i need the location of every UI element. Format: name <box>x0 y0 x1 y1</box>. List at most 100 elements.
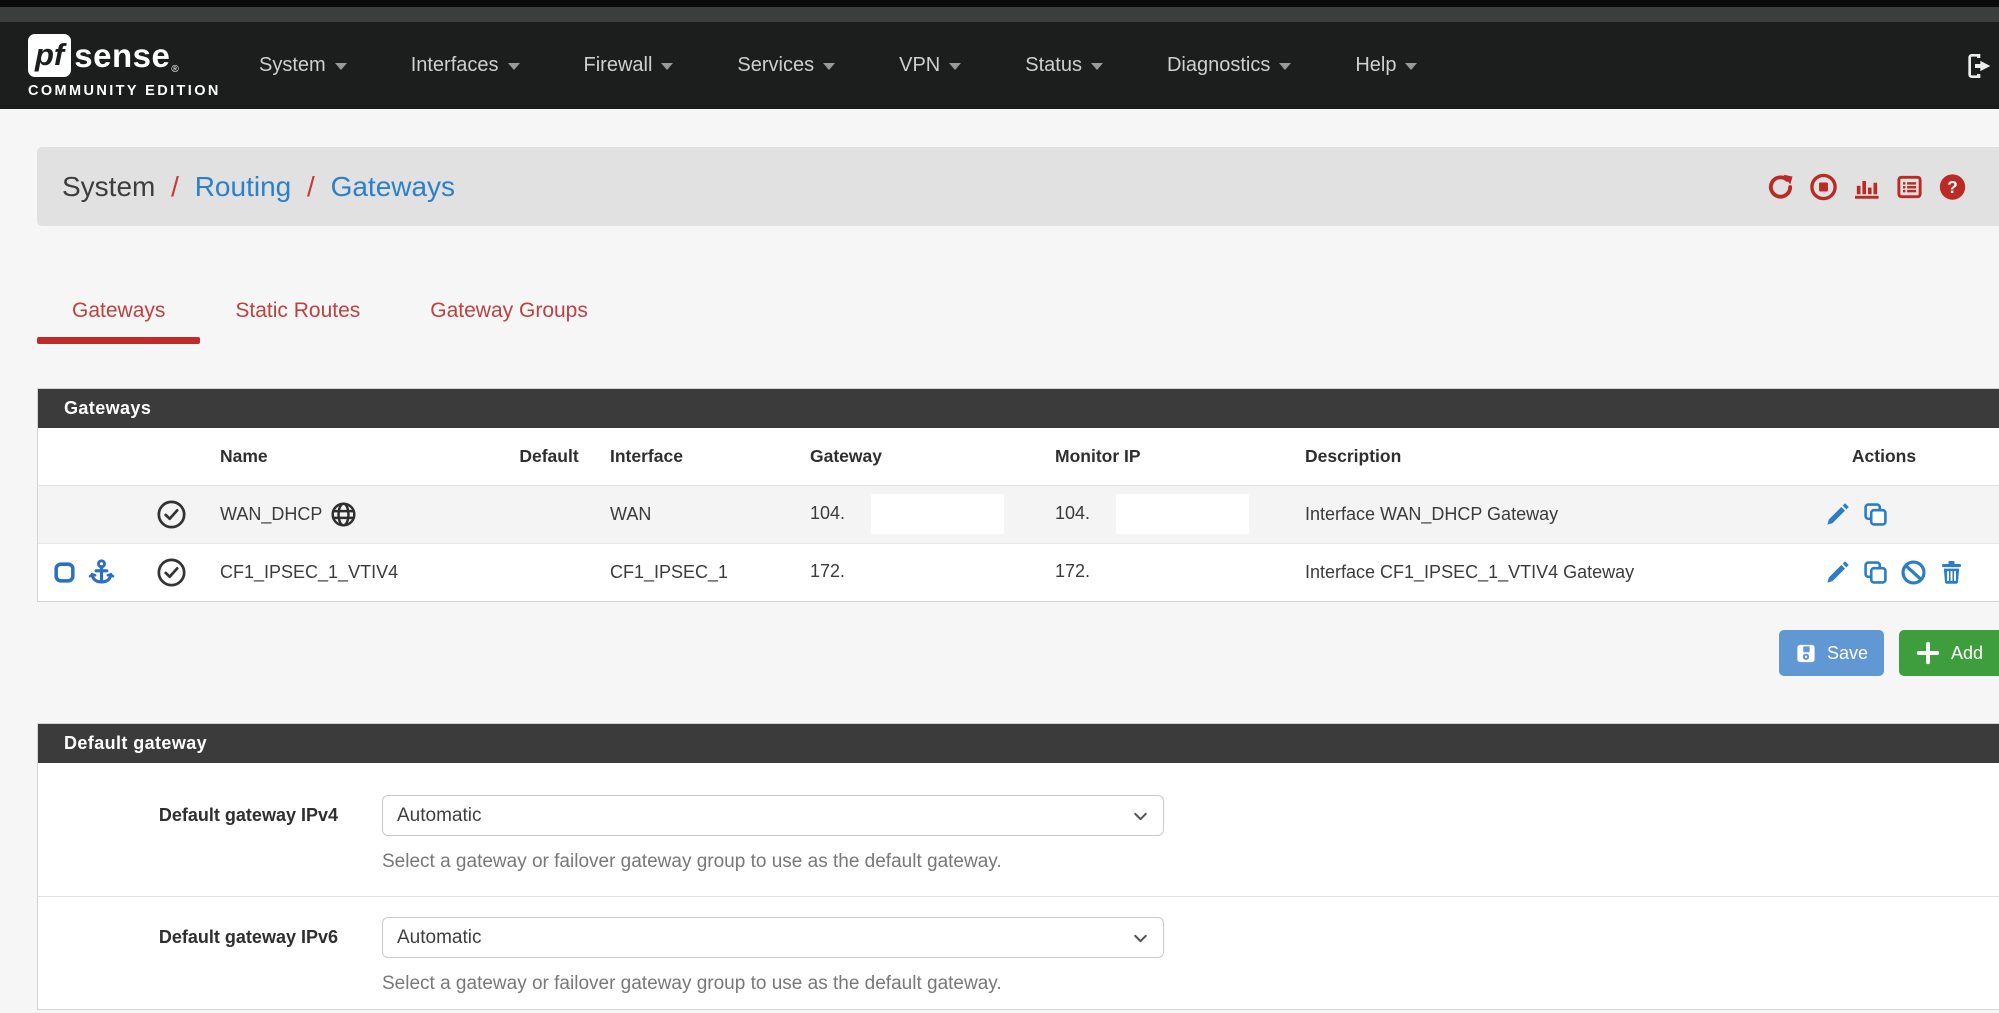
redaction-box <box>1116 552 1249 592</box>
col-monitor-ip: Monitor IP <box>1039 428 1289 485</box>
delete-icon[interactable] <box>1938 559 1965 586</box>
menu-services[interactable]: Services <box>737 54 835 77</box>
menu-status[interactable]: Status <box>1025 54 1103 77</box>
save-icon <box>1795 641 1817 666</box>
col-interface: Interface <box>594 428 794 485</box>
caret-down-icon <box>949 63 961 70</box>
breadcrumb-separator: / <box>163 171 187 202</box>
ipv4-help-text: Select a gateway or failover gateway gro… <box>382 851 1164 873</box>
check-circle-icon <box>156 499 187 530</box>
gateway-default <box>504 543 594 601</box>
breadcrumb: System / Routing / Gateways <box>62 171 455 203</box>
disable-icon[interactable] <box>1900 559 1927 586</box>
caret-down-icon <box>1091 63 1103 70</box>
save-button[interactable]: Save <box>1779 630 1884 676</box>
main-menu: System Interfaces Firewall Services VPN … <box>259 22 1417 109</box>
breadcrumb-separator: / <box>299 171 323 202</box>
square-icon <box>52 560 77 585</box>
breadcrumb-link-routing[interactable]: Routing <box>195 171 292 202</box>
col-name: Name <box>204 428 504 485</box>
logo-pf-badge: pf <box>28 34 71 77</box>
tab-gateway-groups[interactable]: Gateway Groups <box>395 287 623 344</box>
add-button[interactable]: Add <box>1899 630 1999 676</box>
col-gateway: Gateway <box>794 428 1039 485</box>
log-icon[interactable] <box>1895 172 1924 201</box>
window-title-strip <box>0 7 1999 22</box>
breadcrumb-section: System <box>62 171 155 202</box>
caret-down-icon <box>1279 63 1291 70</box>
menu-system[interactable]: System <box>259 54 347 77</box>
copy-icon[interactable] <box>1862 501 1889 528</box>
caret-down-icon <box>335 63 347 70</box>
caret-down-icon <box>508 63 520 70</box>
gateways-panel-title: Gateways <box>38 389 1999 428</box>
refresh-icon[interactable] <box>1766 172 1795 201</box>
caret-down-icon <box>1405 63 1417 70</box>
top-navbar: pf sense ® COMMUNITY EDITION System Inte… <box>0 22 1999 109</box>
anchor-icon <box>87 558 116 587</box>
default-gateway-ipv6-select[interactable]: Automatic <box>382 917 1164 958</box>
gateways-table: Name Default Interface Gateway Monitor I… <box>38 428 1999 601</box>
col-description: Description <box>1289 428 1729 485</box>
chevron-down-icon <box>1130 806 1151 827</box>
breadcrumb-bar: System / Routing / Gateways <box>37 147 1999 226</box>
menu-firewall[interactable]: Firewall <box>584 54 674 77</box>
edit-icon[interactable] <box>1824 501 1851 528</box>
row-actions <box>1745 559 1999 586</box>
redaction-box <box>871 552 1004 592</box>
gateway-interface: WAN <box>594 485 794 543</box>
gateway-name: CF1_IPSEC_1_VTIV4 <box>220 562 398 582</box>
gateway-address: 104. <box>810 503 845 523</box>
col-status <box>138 428 204 485</box>
selected-value: Automatic <box>397 927 481 949</box>
logo-registered-mark: ® <box>171 64 178 75</box>
default-gateway-ipv4-select[interactable]: Automatic <box>382 795 1164 836</box>
globe-icon <box>330 501 357 528</box>
redaction-box <box>1116 494 1249 534</box>
copy-icon[interactable] <box>1862 559 1889 586</box>
caret-down-icon <box>823 63 835 70</box>
breadcrumb-link-gateways[interactable]: Gateways <box>331 171 456 202</box>
table-row: CF1_IPSEC_1_VTIV4 CF1_IPSEC_1 172. 172. … <box>38 543 1999 601</box>
form-row-ipv4: Default gateway IPv4 Automatic Select a … <box>38 763 1999 896</box>
window-edge-strip <box>0 0 1999 7</box>
ipv6-help-text: Select a gateway or failover gateway gro… <box>382 973 1164 995</box>
tab-gateways[interactable]: Gateways <box>37 287 200 344</box>
plus-icon <box>1915 640 1941 666</box>
row-actions <box>1745 501 1999 528</box>
svg-text:?: ? <box>1947 177 1958 197</box>
menu-help[interactable]: Help <box>1355 54 1417 77</box>
chart-bar-icon[interactable] <box>1852 172 1881 201</box>
stop-circle-icon[interactable] <box>1809 172 1838 201</box>
gateway-default <box>504 485 594 543</box>
table-row: WAN_DHCP WAN 104. 104. Interface WAN_DHC… <box>38 485 1999 543</box>
routing-tabs: Gateways Static Routes Gateway Groups <box>37 287 623 344</box>
default-gateway-ipv6-label: Default gateway IPv6 <box>38 917 338 995</box>
tab-static-routes[interactable]: Static Routes <box>200 287 395 344</box>
default-gateway-ipv4-label: Default gateway IPv4 <box>38 795 338 873</box>
caret-down-icon <box>661 63 673 70</box>
pfsense-gateways-page: pf sense ® COMMUNITY EDITION System Inte… <box>0 0 1999 1013</box>
col-lead-icons <box>38 428 138 485</box>
sign-out-icon[interactable] <box>1963 50 1995 82</box>
help-circle-icon[interactable]: ? <box>1938 172 1967 201</box>
gateway-description: Interface CF1_IPSEC_1_VTIV4 Gateway <box>1289 543 1729 601</box>
gateway-interface: CF1_IPSEC_1 <box>594 543 794 601</box>
edit-icon[interactable] <box>1824 559 1851 586</box>
menu-diagnostics[interactable]: Diagnostics <box>1167 54 1291 77</box>
menu-vpn[interactable]: VPN <box>899 54 961 77</box>
gateways-panel: Gateways Name Default Interface Gateway … <box>37 388 1999 602</box>
gateway-description: Interface WAN_DHCP Gateway <box>1289 485 1729 543</box>
menu-interfaces[interactable]: Interfaces <box>411 54 520 77</box>
logo-sense-text: sense <box>74 39 170 72</box>
default-gateway-panel-title: Default gateway <box>38 724 1999 763</box>
logo-subtitle: COMMUNITY EDITION <box>28 83 221 99</box>
col-default: Default <box>504 428 594 485</box>
monitor-ip: 172. <box>1055 561 1090 581</box>
table-header-row: Name Default Interface Gateway Monitor I… <box>38 428 1999 485</box>
page-action-icons: ? <box>1766 172 1967 201</box>
pfsense-logo[interactable]: pf sense ® COMMUNITY EDITION <box>28 34 221 99</box>
form-row-ipv6: Default gateway IPv6 Automatic Select a … <box>38 896 1999 1009</box>
check-circle-icon <box>156 557 187 588</box>
gateway-address: 172. <box>810 561 845 581</box>
